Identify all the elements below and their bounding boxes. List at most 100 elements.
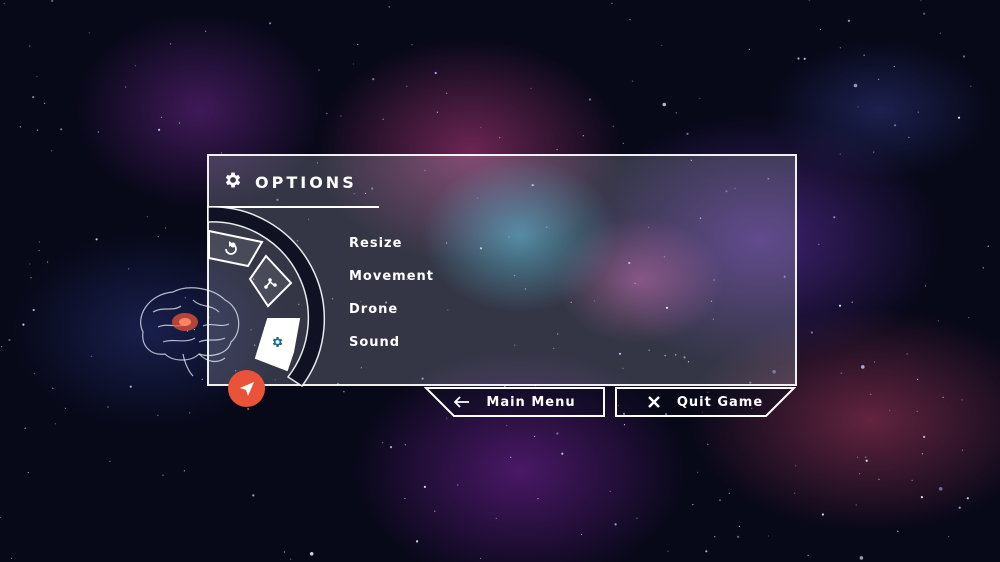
navigation-arrow-icon: [239, 381, 254, 396]
star: [870, 393, 872, 395]
quit-game-button[interactable]: Quit Game: [614, 387, 796, 417]
brain-icon: [140, 287, 240, 377]
star: [622, 142, 624, 144]
star: [530, 87, 532, 89]
menu-item-drone[interactable]: Drone: [349, 300, 434, 319]
star: [795, 465, 797, 467]
star: [623, 424, 626, 426]
star: [714, 536, 716, 538]
star: [961, 399, 963, 401]
star: [863, 54, 865, 56]
star: [865, 459, 868, 462]
star: [838, 304, 842, 307]
star: [158, 128, 161, 131]
star: [612, 125, 614, 127]
star: [388, 6, 390, 8]
star: [631, 80, 634, 82]
menu-item-sound[interactable]: Sound: [349, 333, 434, 352]
star: [157, 236, 159, 238]
star: [797, 57, 800, 60]
star: [874, 361, 876, 363]
star: [32, 308, 35, 312]
title-divider: [209, 206, 379, 208]
star: [107, 406, 109, 408]
star: [88, 32, 90, 34]
star: [851, 301, 853, 303]
star: [446, 417, 448, 419]
star: [382, 118, 384, 120]
star: [916, 410, 918, 412]
star: [794, 492, 796, 494]
star: [889, 409, 891, 411]
star: [160, 116, 163, 118]
menu-item-resize[interactable]: Resize: [349, 234, 434, 253]
star: [911, 479, 913, 481]
navigation-button[interactable]: [228, 370, 265, 407]
star: [309, 552, 314, 556]
star: [24, 427, 26, 429]
star: [582, 135, 584, 137]
options-panel: OPTIONS Resize Movement Drone Sound: [207, 154, 797, 386]
star: [146, 216, 148, 218]
star: [667, 550, 669, 552]
star: [44, 102, 46, 104]
options-menu: Resize Movement Drone Sound: [349, 234, 434, 352]
close-icon: [647, 396, 660, 408]
star: [495, 517, 497, 519]
star: [178, 122, 181, 124]
star: [36, 129, 39, 131]
star: [561, 452, 564, 455]
star: [499, 137, 501, 139]
star: [923, 12, 926, 15]
star: [90, 355, 92, 357]
star: [54, 423, 57, 425]
star: [64, 407, 66, 409]
star: [134, 65, 136, 67]
star: [939, 32, 941, 34]
star: [923, 435, 926, 438]
star: [357, 43, 359, 46]
star: [962, 55, 966, 58]
star: [33, 372, 36, 375]
star: [480, 557, 482, 560]
menu-item-movement[interactable]: Movement: [349, 267, 434, 286]
star: [205, 30, 207, 32]
star: [958, 506, 961, 509]
star: [382, 442, 384, 444]
star: [8, 338, 11, 342]
star: [961, 449, 964, 451]
star: [839, 47, 842, 49]
star: [29, 45, 31, 47]
star: [957, 116, 961, 119]
star: [109, 460, 111, 462]
star: [873, 151, 875, 153]
star: [661, 44, 663, 47]
main-menu-button[interactable]: Main Menu: [424, 387, 606, 417]
star: [252, 494, 255, 497]
gear-icon: [223, 170, 243, 194]
star: [38, 241, 41, 243]
star: [948, 536, 950, 538]
star: [921, 453, 924, 455]
star: [893, 65, 895, 68]
star: [416, 540, 419, 543]
star: [404, 444, 406, 446]
star: [614, 523, 617, 526]
star: [864, 456, 867, 458]
star: [318, 69, 320, 71]
star: [128, 268, 130, 270]
game-options-screen: OPTIONS Resize Movement Drone Sound Main…: [0, 0, 1000, 562]
star: [510, 456, 512, 458]
star: [283, 551, 285, 553]
star: [556, 149, 558, 151]
arrow-left-icon: [454, 396, 470, 408]
star: [609, 490, 611, 492]
star: [326, 112, 328, 115]
star: [189, 412, 191, 414]
star: [697, 471, 699, 473]
star: [52, 387, 54, 389]
star: [340, 115, 342, 117]
star: [803, 57, 806, 60]
star: [833, 216, 836, 219]
star: [32, 96, 35, 99]
